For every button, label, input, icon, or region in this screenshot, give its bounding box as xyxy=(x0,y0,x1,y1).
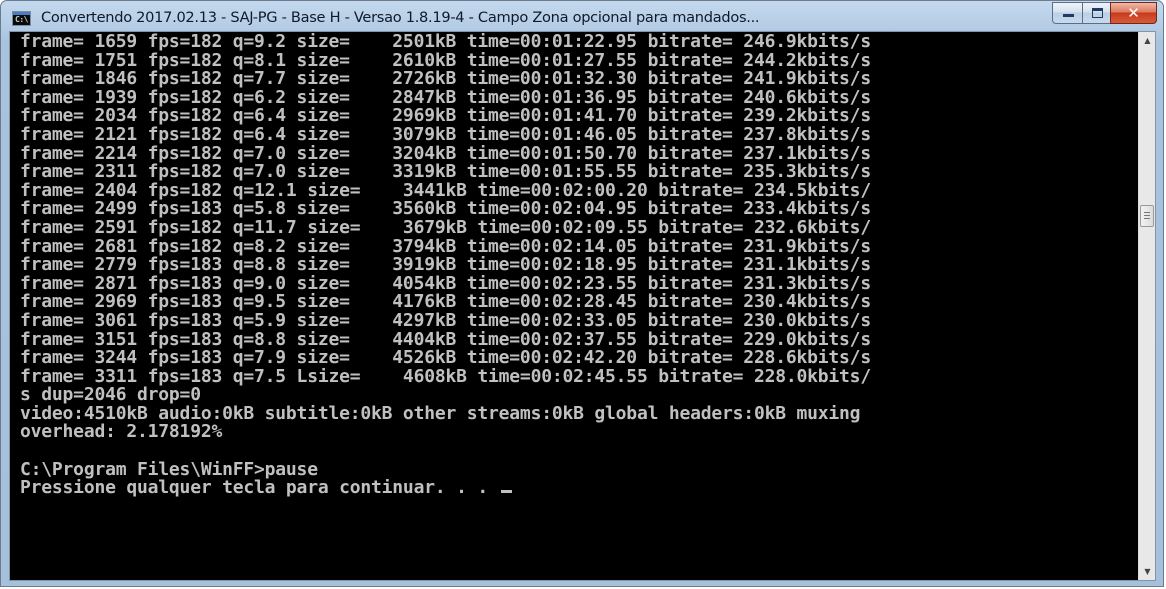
console-line: frame= 1659 fps=182 q=9.2 size= 2501kB t… xyxy=(20,33,871,52)
console-line: frame= 3061 fps=183 q=5.9 size= 4297kB t… xyxy=(20,311,871,331)
close-icon: ✕ xyxy=(1127,4,1140,22)
console-icon-glyph: C:\ xyxy=(15,15,28,24)
console-line: frame= 2121 fps=182 q=6.4 size= 3079kB t… xyxy=(20,125,871,145)
console-line: frame= 2214 fps=182 q=7.0 size= 3204kB t… xyxy=(20,144,871,164)
scroll-thumb[interactable] xyxy=(1140,205,1154,227)
console-line: frame= 2779 fps=183 q=8.8 size= 3919kB t… xyxy=(20,256,871,275)
console-line: frame= 2499 fps=183 q=5.8 size= 3560kB t… xyxy=(20,200,871,219)
console-window: C:\ Convertendo 2017.02.13 - SAJ-PG - Ba… xyxy=(0,0,1164,587)
console-line: frame= 1939 fps=182 q=6.2 size= 2847kB t… xyxy=(20,88,871,108)
minimize-icon xyxy=(1063,14,1074,17)
console-line: frame= 2034 fps=182 q=6.4 size= 2969kB t… xyxy=(20,107,871,126)
console-text: frame= 1659 fps=182 q=9.2 size= 2501kB t… xyxy=(20,33,1129,498)
console-line: frame= 1751 fps=182 q=8.1 size= 2610kB t… xyxy=(20,51,871,71)
console-line: C:\Program Files\WinFF>pause xyxy=(20,460,318,480)
console-line: frame= 2591 fps=182 q=11.7 size= 3679kB … xyxy=(20,218,871,238)
console-line: overhead: 2.178192% xyxy=(20,423,223,443)
scroll-thumb-grip-icon xyxy=(1144,212,1150,220)
window-title: Convertendo 2017.02.13 - SAJ-PG - Base H… xyxy=(41,9,760,26)
console-line: frame= 2969 fps=183 q=9.5 size= 4176kB t… xyxy=(20,293,871,312)
console-line: frame= 3151 fps=183 q=8.8 size= 4404kB t… xyxy=(20,330,871,350)
minimize-button[interactable] xyxy=(1052,2,1083,24)
console-line: frame= 2404 fps=182 q=12.1 size= 3441kB … xyxy=(20,181,871,201)
maximize-button[interactable] xyxy=(1082,2,1111,24)
scroll-down-arrow-icon[interactable]: ▼ xyxy=(1139,563,1155,580)
close-button[interactable]: ✕ xyxy=(1110,2,1157,24)
console-line: frame= 1846 fps=182 q=7.7 size= 2726kB t… xyxy=(20,70,871,89)
vertical-scrollbar[interactable]: ▲ ▼ xyxy=(1138,32,1155,580)
text-cursor xyxy=(500,490,512,494)
console-line: frame= 2871 fps=183 q=9.0 size= 4054kB t… xyxy=(20,274,871,294)
console-line: video:4510kB audio:0kB subtitle:0kB othe… xyxy=(20,404,861,424)
console-line: Pressione qualquer tecla para continuar.… xyxy=(20,479,1129,498)
console-line: s dup=2046 drop=0 xyxy=(20,386,201,405)
console-output-area[interactable]: frame= 1659 fps=182 q=9.2 size= 2501kB t… xyxy=(9,31,1156,581)
console-app-icon[interactable]: C:\ xyxy=(12,11,31,26)
maximize-icon xyxy=(1092,8,1103,18)
console-line: frame= 2681 fps=182 q=8.2 size= 3794kB t… xyxy=(20,237,871,257)
caption-buttons: ✕ xyxy=(1052,2,1157,24)
console-line: frame= 3244 fps=183 q=7.9 size= 4526kB t… xyxy=(20,349,871,368)
scroll-up-arrow-icon[interactable]: ▲ xyxy=(1139,32,1155,49)
console-line: frame= 2311 fps=182 q=7.0 size= 3319kB t… xyxy=(20,163,871,182)
console-line: frame= 3311 fps=183 q=7.5 Lsize= 4608kB … xyxy=(20,367,871,387)
